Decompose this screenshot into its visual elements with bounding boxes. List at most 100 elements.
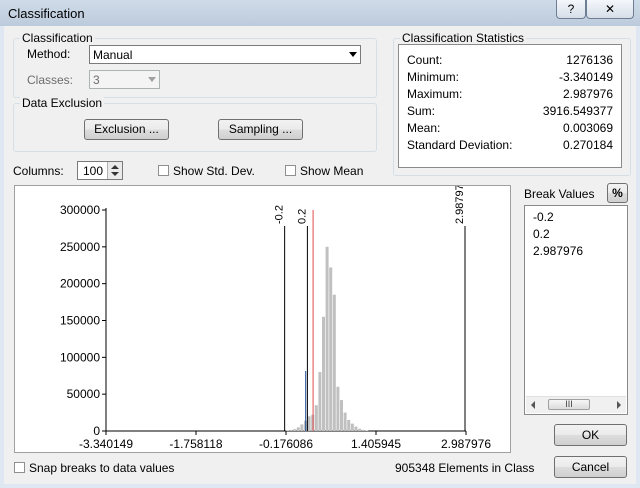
- stat-key: Sum:: [407, 104, 436, 118]
- y-tick-label: 0: [93, 424, 100, 438]
- histogram-bar: [365, 430, 369, 431]
- stat-value: 3916.549377: [542, 104, 613, 118]
- list-item[interactable]: 0.2: [533, 227, 550, 243]
- histogram-bar: [289, 429, 293, 431]
- histogram-bar: [332, 294, 336, 431]
- histogram-bar: [296, 427, 300, 431]
- percent-button[interactable]: %: [607, 183, 628, 203]
- break-values-label: Break Values: [524, 187, 595, 201]
- histogram-panel[interactable]: 0 50000 100000 150000 200000 250000 300000 -3.3…: [14, 185, 511, 453]
- y-tick-label: 50000: [67, 387, 101, 401]
- close-button[interactable]: ✕: [586, 0, 634, 19]
- y-tick-label: 100000: [60, 350, 100, 364]
- classes-dropdown-value: 3: [93, 73, 100, 87]
- snap-breaks-checkbox[interactable]: [14, 462, 25, 473]
- break-line-label: 0.2: [296, 209, 308, 224]
- histogram-bar: [325, 246, 329, 431]
- columns-spinner[interactable]: 100: [77, 161, 123, 180]
- method-dropdown-value: Manual: [93, 48, 133, 62]
- y-tick-label: 250000: [60, 240, 100, 254]
- list-item[interactable]: 2.987976: [533, 244, 583, 260]
- show-std-dev-checkbox[interactable]: [158, 165, 169, 176]
- x-tick-label: 1.405945: [351, 437, 401, 451]
- chevron-down-icon: [148, 77, 156, 82]
- stat-row-standard-deviation: Standard Deviation: 0.270184: [407, 138, 613, 154]
- histogram-bar: [347, 419, 351, 431]
- histogram-bar: [300, 424, 304, 431]
- help-icon: ?: [567, 2, 575, 16]
- stat-row-sum: Sum: 3916.549377: [407, 104, 613, 120]
- ok-button[interactable]: OK: [554, 424, 627, 446]
- stat-value: -3.340149: [558, 70, 613, 84]
- x-tick-label: -1.758118: [169, 437, 222, 451]
- stat-row-count: Count: 1276136: [407, 53, 613, 69]
- classes-label: Classes:: [27, 73, 74, 87]
- stat-key: Maximum:: [407, 87, 463, 101]
- stat-row-maximum: Maximum: 2.987976: [407, 87, 613, 103]
- y-tick-label: 150000: [60, 314, 100, 328]
- break-line-label: -0.2: [274, 205, 286, 224]
- scroll-thumb[interactable]: III: [548, 399, 590, 410]
- histogram-bar: [354, 426, 358, 431]
- histogram-bar: [318, 372, 322, 431]
- histogram-bar: [339, 400, 343, 431]
- list-item[interactable]: -0.2: [533, 210, 554, 226]
- cancel-button[interactable]: Cancel: [554, 456, 627, 478]
- histogram-bar: [285, 430, 289, 431]
- stat-value: 2.987976: [562, 87, 613, 101]
- scroll-right-icon[interactable]: [617, 401, 621, 409]
- columns-value: 100: [83, 164, 104, 178]
- histogram-bar: [336, 386, 340, 431]
- histogram-bar: [314, 405, 318, 431]
- break-line-label: 2.987976: [454, 186, 466, 224]
- horizontal-scrollbar[interactable]: III: [526, 396, 626, 413]
- elements-in-class-status: 905348 Elements in Class: [395, 461, 535, 475]
- x-tick-label: -0.176086: [259, 437, 313, 451]
- ok-button-label: OK: [581, 428, 600, 442]
- histogram-bar: [293, 429, 297, 431]
- help-button[interactable]: ?: [556, 0, 586, 19]
- statistics-panel: Count: 1276136 Minimum: -3.340149 Maximu…: [398, 44, 622, 168]
- method-dropdown[interactable]: Manual: [89, 45, 361, 64]
- stat-row-mean: Mean: 0.003069: [407, 121, 613, 137]
- sampling-button-label: Sampling ...: [228, 122, 293, 136]
- stat-value: 0.270184: [562, 138, 613, 152]
- scroll-left-icon[interactable]: [531, 401, 535, 409]
- data-exclusion-group: Data Exclusion: [13, 96, 377, 152]
- show-std-dev-label: Show Std. Dev.: [173, 164, 255, 178]
- histogram-bar: [329, 267, 333, 431]
- exclusion-button-label: Exclusion ...: [94, 122, 159, 136]
- stat-value: 0.003069: [562, 121, 613, 135]
- stat-value: 1276136: [566, 53, 613, 67]
- histogram-chart[interactable]: 0 50000 100000 150000 200000 250000 300000 -3.3…: [15, 186, 510, 452]
- method-label: Method:: [27, 47, 71, 61]
- sampling-button[interactable]: Sampling ...: [218, 119, 303, 140]
- data-exclusion-group-legend: Data Exclusion: [20, 96, 105, 110]
- title-bar: Classification ? ✕: [0, 0, 640, 26]
- classes-dropdown[interactable]: 3: [89, 70, 160, 89]
- close-icon: ✕: [604, 2, 616, 16]
- stat-key: Mean:: [407, 121, 441, 135]
- spinner-buttons[interactable]: [107, 162, 122, 179]
- chevron-down-icon: [349, 52, 357, 57]
- snap-breaks-label: Snap breaks to data values: [29, 461, 175, 475]
- histogram-bar: [350, 423, 354, 431]
- histogram-bar: [321, 316, 325, 431]
- percent-icon: %: [612, 186, 623, 200]
- show-mean-checkbox[interactable]: [285, 165, 296, 176]
- histogram-bar: [343, 412, 347, 431]
- statistics-group-legend: Classification Statistics: [400, 31, 527, 45]
- columns-label: Columns:: [13, 164, 64, 178]
- show-mean-label: Show Mean: [300, 164, 364, 178]
- histogram-bar: [357, 428, 361, 431]
- stat-key: Count:: [407, 53, 443, 67]
- break-values-list[interactable]: -0.2 0.2 2.987976 III: [524, 205, 628, 415]
- histogram-bar: [361, 429, 365, 431]
- classification-group-legend: Classification: [20, 31, 95, 45]
- y-tick-label: 200000: [60, 277, 100, 291]
- chevron-up-icon[interactable]: [111, 165, 119, 169]
- chevron-down-icon[interactable]: [111, 172, 119, 176]
- exclusion-button[interactable]: Exclusion ...: [84, 119, 169, 140]
- classification-dialog: Classification ? ✕ Classification Method…: [0, 0, 640, 488]
- cancel-button-label: Cancel: [571, 460, 610, 474]
